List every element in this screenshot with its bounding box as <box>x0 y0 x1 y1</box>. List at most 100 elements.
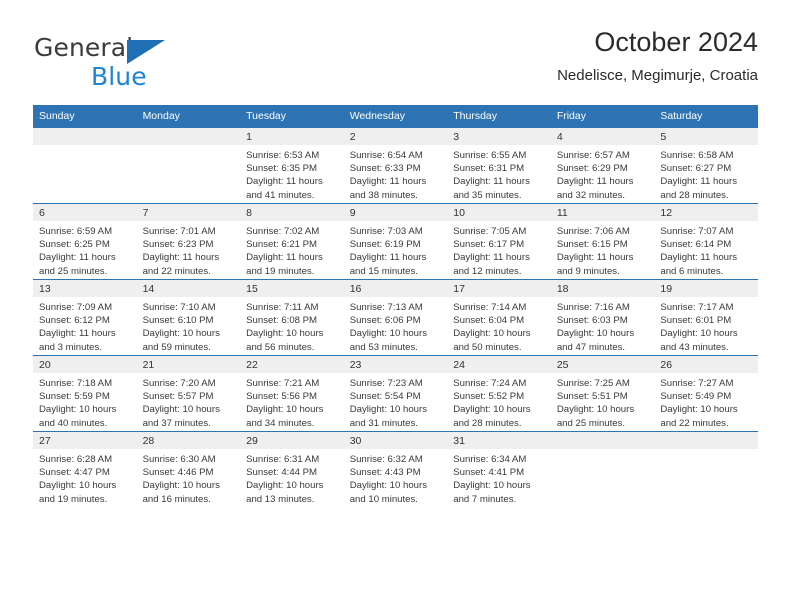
day-cell-content: 5 Sunrise: 6:58 AM Sunset: 6:27 PM Daylight… <box>654 128 758 203</box>
general-blue-logo[interactable]: General Blue <box>33 26 263 90</box>
calendar-day-cell[interactable]: 18 Sunrise: 7:16 AM Sunset: 6:03 PM Dayligh… <box>550 279 655 356</box>
sunset-time: Sunset: 6:27 PM <box>660 163 732 175</box>
calendar-day-cell[interactable]: 24 Sunrise: 7:24 AM Sunset: 5:52 PM Dayligh… <box>447 355 551 432</box>
day-number: 30 <box>343 432 448 449</box>
calendar-week-row: 13 Sunrise: 7:09 AM Sunset: 6:12 PM Dayligh… <box>33 279 758 356</box>
day-number: 12 <box>654 204 758 221</box>
sunrise-time: Sunrise: 7:24 AM <box>453 378 527 389</box>
sunrise-time: Sunrise: 6:58 AM <box>660 150 734 161</box>
day-cell-content: 29 Sunrise: 6:31 AM Sunset: 4:44 PM Dayligh… <box>240 432 344 507</box>
sunrise-time: Sunrise: 7:25 AM <box>556 378 630 389</box>
sunrise-time: Sunrise: 7:13 AM <box>349 302 423 313</box>
calendar-day-cell[interactable]: 1 Sunrise: 6:53 AM Sunset: 6:35 PM Daylight… <box>240 128 344 204</box>
sunrise-time: Sunrise: 7:11 AM <box>246 302 319 313</box>
sunrise-time: Sunrise: 7:01 AM <box>142 226 216 237</box>
day-number: 3 <box>447 128 551 145</box>
day-cell-content: 15 Sunrise: 7:11 AM Sunset: 6:08 PM Dayligh… <box>240 280 344 355</box>
day-sun-info: Sunrise: 6:57 AM Sunset: 6:29 PM Daylight:… <box>551 145 655 202</box>
daylight-duration-line1: Daylight: 10 hours <box>349 404 428 416</box>
page-title: October 2024 <box>594 27 758 57</box>
calendar-day-cell[interactable]: 21 Sunrise: 7:20 AM Sunset: 5:57 PM Dayligh… <box>136 355 241 432</box>
weekday-header-wednesday: Wednesday <box>343 105 448 128</box>
daylight-duration-line1: Daylight: 10 hours <box>556 404 635 416</box>
calendar-day-cell[interactable]: 2 Sunrise: 6:54 AM Sunset: 6:33 PM Daylight… <box>343 128 448 204</box>
calendar-day-cell[interactable]: 11 Sunrise: 7:06 AM Sunset: 6:15 PM Dayligh… <box>550 203 655 280</box>
day-cell-content: 28 Sunrise: 6:30 AM Sunset: 4:46 PM Dayligh… <box>136 432 241 507</box>
day-number: 21 <box>136 356 241 373</box>
sunrise-time: Sunrise: 7:18 AM <box>39 378 113 389</box>
day-cell-content: 31 Sunrise: 6:34 AM Sunset: 4:41 PM Dayligh… <box>447 432 551 507</box>
calendar-day-cell[interactable]: 3 Sunrise: 6:55 AM Sunset: 6:31 PM Daylight… <box>447 128 551 204</box>
daylight-duration-line2: and 22 minutes. <box>142 265 211 277</box>
calendar-day-cell[interactable]: 10 Sunrise: 7:05 AM Sunset: 6:17 PM Dayligh… <box>447 203 551 280</box>
sunset-time: Sunset: 6:10 PM <box>142 315 214 327</box>
calendar-day-cell[interactable]: 7 Sunrise: 7:01 AM Sunset: 6:23 PM Daylight… <box>136 203 241 280</box>
day-sun-info: Sunrise: 6:31 AM Sunset: 4:44 PM Daylight:… <box>240 449 344 506</box>
page-subtitle: Nedelisce, Megimurje, Croatia <box>557 66 758 84</box>
calendar-day-cell[interactable]: 20 Sunrise: 7:18 AM Sunset: 5:59 PM Dayligh… <box>33 355 137 432</box>
day-sun-info: Sunrise: 7:17 AM Sunset: 6:01 PM Daylight:… <box>654 297 758 354</box>
calendar-day-cell[interactable]: 5 Sunrise: 6:58 AM Sunset: 6:27 PM Daylight… <box>654 128 758 204</box>
calendar-day-cell[interactable]: 28 Sunrise: 6:30 AM Sunset: 4:46 PM Dayligh… <box>136 431 241 507</box>
day-cell-content: 3 Sunrise: 6:55 AM Sunset: 6:31 PM Daylight… <box>447 128 551 203</box>
daylight-duration-line1: Daylight: 10 hours <box>453 480 531 492</box>
calendar-day-cell[interactable]: 16 Sunrise: 7:13 AM Sunset: 6:06 PM Dayligh… <box>343 279 448 356</box>
calendar-day-cell[interactable]: 13 Sunrise: 7:09 AM Sunset: 6:12 PM Dayligh… <box>33 279 137 356</box>
calendar-day-cell[interactable]: 19 Sunrise: 7:17 AM Sunset: 6:01 PM Dayligh… <box>654 279 758 356</box>
calendar-day-cell[interactable]: 30 Sunrise: 6:32 AM Sunset: 4:43 PM Dayligh… <box>343 431 448 507</box>
sunset-time: Sunset: 4:47 PM <box>39 467 110 479</box>
daylight-duration-line2: and 25 minutes. <box>39 265 108 277</box>
day-sun-info: Sunrise: 7:09 AM Sunset: 6:12 PM Daylight:… <box>33 297 137 354</box>
weekday-header-tuesday: Tuesday <box>240 105 344 128</box>
day-number: 9 <box>343 204 448 221</box>
daylight-duration-line1: Daylight: 10 hours <box>453 328 531 340</box>
day-cell-content: 7 Sunrise: 7:01 AM Sunset: 6:23 PM Daylight… <box>136 204 241 279</box>
day-sun-info: Sunrise: 7:27 AM Sunset: 5:49 PM Daylight:… <box>654 373 758 430</box>
calendar-body: 1 Sunrise: 6:53 AM Sunset: 6:35 PM Daylight… <box>33 128 758 507</box>
calendar-day-cell[interactable]: 17 Sunrise: 7:14 AM Sunset: 6:04 PM Dayligh… <box>447 279 551 356</box>
daylight-duration-line2: and 34 minutes. <box>246 417 315 429</box>
day-cell-content <box>136 128 241 203</box>
calendar-day-cell[interactable]: 9 Sunrise: 7:03 AM Sunset: 6:19 PM Daylight… <box>343 203 448 280</box>
calendar-week-row: 27 Sunrise: 6:28 AM Sunset: 4:47 PM Dayligh… <box>33 431 758 507</box>
calendar-day-cell[interactable]: 23 Sunrise: 7:23 AM Sunset: 5:54 PM Dayligh… <box>343 355 448 432</box>
sunrise-time: Sunrise: 7:10 AM <box>142 302 216 313</box>
sunset-time: Sunset: 6:01 PM <box>660 315 732 327</box>
daylight-duration-line1: Daylight: 10 hours <box>349 328 428 340</box>
sunset-time: Sunset: 6:08 PM <box>246 315 318 327</box>
calendar-day-cell[interactable]: 27 Sunrise: 6:28 AM Sunset: 4:47 PM Dayligh… <box>33 431 137 507</box>
sunset-time: Sunset: 6:17 PM <box>453 239 525 251</box>
calendar-day-cell[interactable]: 12 Sunrise: 7:07 AM Sunset: 6:14 PM Dayligh… <box>654 203 758 280</box>
daylight-duration-line1: Daylight: 11 hours <box>142 252 220 264</box>
sunrise-time: Sunrise: 7:20 AM <box>142 378 216 389</box>
calendar-day-cell[interactable]: 14 Sunrise: 7:10 AM Sunset: 6:10 PM Dayligh… <box>136 279 241 356</box>
day-number: 14 <box>136 280 241 297</box>
calendar-week-row: 6 Sunrise: 6:59 AM Sunset: 6:25 PM Daylight… <box>33 203 758 280</box>
daylight-duration-line1: Daylight: 11 hours <box>556 176 634 188</box>
calendar-day-cell-empty <box>550 431 655 507</box>
day-cell-content: 21 Sunrise: 7:20 AM Sunset: 5:57 PM Dayligh… <box>136 356 241 431</box>
calendar-day-cell[interactable]: 25 Sunrise: 7:25 AM Sunset: 5:51 PM Dayligh… <box>550 355 655 432</box>
day-sun-info: Sunrise: 7:16 AM Sunset: 6:03 PM Daylight:… <box>551 297 655 354</box>
day-cell-content: 14 Sunrise: 7:10 AM Sunset: 6:10 PM Dayligh… <box>136 280 241 355</box>
sunrise-time: Sunrise: 7:05 AM <box>453 226 527 237</box>
daylight-duration-line2: and 19 minutes. <box>39 493 108 505</box>
calendar-day-cell[interactable]: 15 Sunrise: 7:11 AM Sunset: 6:08 PM Dayligh… <box>240 279 344 356</box>
calendar-day-cell[interactable]: 31 Sunrise: 6:34 AM Sunset: 4:41 PM Dayligh… <box>447 431 551 507</box>
day-number: 17 <box>447 280 551 297</box>
calendar-day-cell[interactable]: 29 Sunrise: 6:31 AM Sunset: 4:44 PM Dayligh… <box>240 431 344 507</box>
day-number: 2 <box>343 128 448 145</box>
day-cell-content: 22 Sunrise: 7:21 AM Sunset: 5:56 PM Dayligh… <box>240 356 344 431</box>
calendar-day-cell[interactable]: 26 Sunrise: 7:27 AM Sunset: 5:49 PM Dayligh… <box>654 355 758 432</box>
day-sun-info: Sunrise: 6:30 AM Sunset: 4:46 PM Daylight:… <box>137 449 241 506</box>
calendar-day-cell[interactable]: 4 Sunrise: 6:57 AM Sunset: 6:29 PM Daylight… <box>550 128 655 204</box>
daylight-duration-line1: Daylight: 10 hours <box>39 404 117 416</box>
day-sun-info: Sunrise: 6:34 AM Sunset: 4:41 PM Daylight:… <box>447 449 551 506</box>
calendar-day-cell[interactable]: 8 Sunrise: 7:02 AM Sunset: 6:21 PM Daylight… <box>240 203 344 280</box>
calendar-day-cell[interactable]: 6 Sunrise: 6:59 AM Sunset: 6:25 PM Daylight… <box>33 203 137 280</box>
sunrise-time: Sunrise: 7:21 AM <box>246 378 320 389</box>
day-cell-content: 8 Sunrise: 7:02 AM Sunset: 6:21 PM Daylight… <box>240 204 344 279</box>
day-cell-content: 17 Sunrise: 7:14 AM Sunset: 6:04 PM Dayligh… <box>447 280 551 355</box>
day-number: 6 <box>33 204 137 221</box>
calendar-day-cell[interactable]: 22 Sunrise: 7:21 AM Sunset: 5:56 PM Dayligh… <box>240 355 344 432</box>
